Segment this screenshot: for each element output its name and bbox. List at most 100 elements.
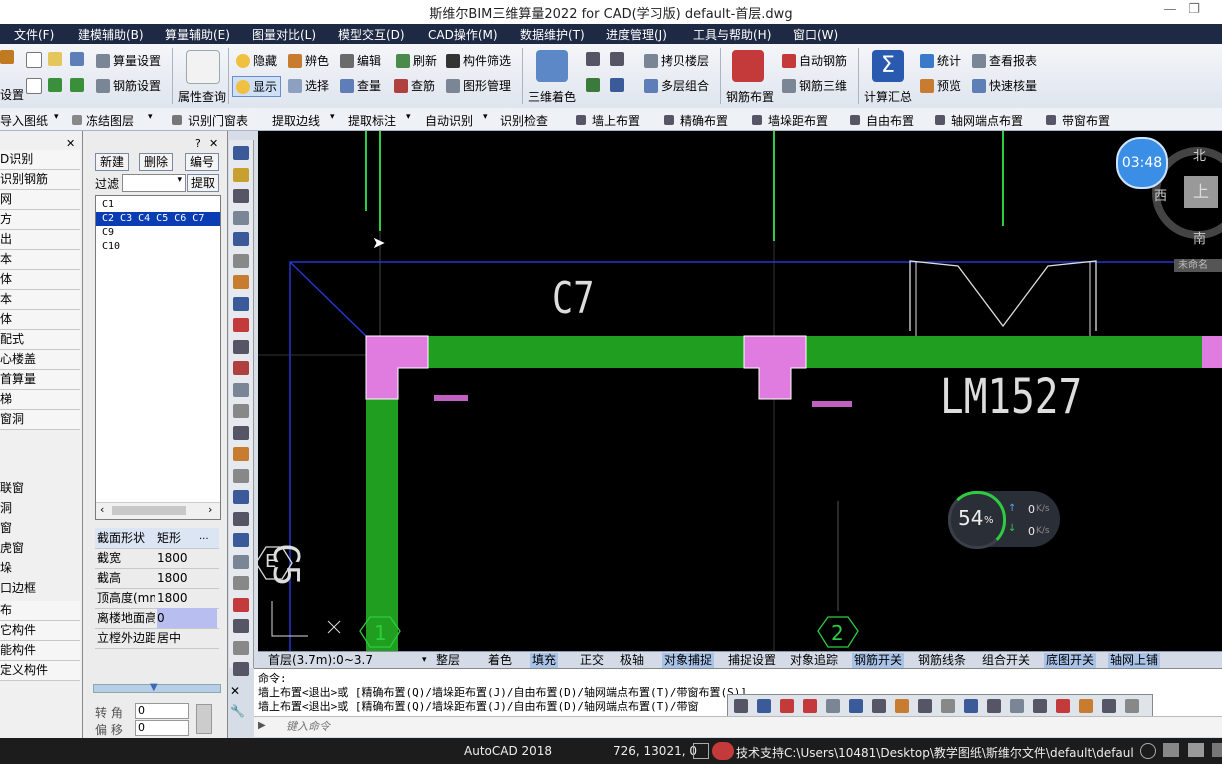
- auto-recognize-button[interactable]: 自动识别: [425, 112, 473, 129]
- property-query-button[interactable]: 属性查询: [178, 88, 226, 105]
- status-toggle[interactable]: 正交: [578, 653, 606, 668]
- property-row[interactable]: 截宽 1800: [95, 548, 219, 569]
- tool-icon[interactable]: [233, 533, 249, 547]
- tool-icon[interactable]: [233, 447, 249, 461]
- rebar-layout-button[interactable]: 钢筋布置: [726, 88, 774, 105]
- horizontal-scrollbar[interactable]: ‹ ›: [96, 502, 220, 519]
- chevron-down-icon[interactable]: ▾: [330, 112, 335, 122]
- multi-floor-button[interactable]: 多层组合: [644, 77, 709, 94]
- minimize-button[interactable]: —: [1160, 2, 1180, 20]
- close-icon[interactable]: ✕: [230, 684, 240, 698]
- list-item[interactable]: C1: [96, 198, 220, 212]
- calc-summary-button[interactable]: 计算汇总: [864, 88, 912, 105]
- settings-icon[interactable]: [1140, 743, 1156, 759]
- status-toggle[interactable]: 对象捕捉: [662, 653, 715, 668]
- tree-item[interactable]: 窗: [0, 519, 80, 538]
- hide-button[interactable]: 隐藏: [236, 52, 277, 69]
- status-toggle[interactable]: 对象追踪: [788, 653, 840, 668]
- quick-check-button[interactable]: 快速核量: [972, 77, 1037, 94]
- extract-edge-button[interactable]: 提取边线: [272, 112, 320, 129]
- tree-item[interactable]: 本: [0, 250, 80, 270]
- model-space-icon[interactable]: [693, 743, 709, 759]
- tool-icon[interactable]: [233, 318, 249, 332]
- tool-icon[interactable]: [233, 339, 249, 354]
- status-toggle[interactable]: 钢筋线条: [916, 653, 968, 668]
- menu-cad-ops[interactable]: CAD操作(M): [428, 26, 498, 43]
- menu-data-maint[interactable]: 数据维护(T): [520, 26, 585, 43]
- calc-settings-button[interactable]: 算量设置: [96, 52, 161, 69]
- quick-tool-icon[interactable]: [1125, 699, 1139, 713]
- extract-label-button[interactable]: 提取标注: [348, 112, 396, 129]
- status-toggle[interactable]: 组合开关: [980, 653, 1032, 668]
- rebar-settings-button[interactable]: 钢筋设置: [96, 77, 161, 94]
- status-toggle[interactable]: 轴网上铺: [1108, 653, 1161, 668]
- property-value[interactable]: 1800: [157, 548, 217, 568]
- tool-icon[interactable]: [233, 576, 249, 590]
- quick-tool-icon[interactable]: [1033, 699, 1047, 713]
- pier-distance-placement-button[interactable]: 墙垛距布置: [752, 112, 828, 129]
- rebar-3d-button[interactable]: 钢筋三维: [782, 77, 847, 94]
- tree-item[interactable]: 口边框: [0, 579, 80, 598]
- list-item[interactable]: C2 C3 C4 C5 C6 C7: [96, 212, 220, 226]
- tree-item[interactable]: 体: [0, 270, 80, 290]
- select-button[interactable]: 选择: [288, 77, 329, 94]
- wrench-icon[interactable]: 🔧: [230, 704, 245, 718]
- property-row[interactable]: 立樘外边距 居中: [95, 628, 219, 649]
- menu-file[interactable]: 文件(F): [14, 26, 54, 43]
- chevron-down-icon[interactable]: ▾: [148, 112, 153, 122]
- floor-selector[interactable]: 首层(3.7m):0~3.7: [266, 653, 375, 668]
- new-button[interactable]: 新建: [95, 153, 129, 171]
- status-toggle[interactable]: 着色: [486, 653, 514, 668]
- tool-icon[interactable]: [233, 146, 249, 160]
- list-item[interactable]: C9: [96, 226, 220, 240]
- tool-icon[interactable]: [233, 210, 249, 225]
- offset-input[interactable]: 0: [135, 720, 189, 736]
- graphics-manager-button[interactable]: 图形管理: [446, 77, 511, 94]
- tool-icon[interactable]: [233, 361, 249, 375]
- menu-help[interactable]: 工具与帮助(H): [693, 26, 771, 43]
- settings-icon[interactable]: [0, 50, 14, 64]
- list-item[interactable]: C10: [96, 240, 220, 254]
- tool-icon[interactable]: [233, 404, 249, 418]
- property-value[interactable]: 1800: [157, 588, 217, 608]
- tree-item[interactable]: 出: [0, 230, 80, 250]
- quick-tool-icon[interactable]: [1102, 699, 1116, 713]
- menu-modeling-aid[interactable]: 建模辅助(B): [78, 26, 144, 43]
- auto-rebar-button[interactable]: 自动钢筋: [782, 52, 847, 69]
- extract-button[interactable]: 提取: [187, 174, 219, 192]
- tool-icon[interactable]: [233, 490, 249, 504]
- chevron-down-icon[interactable]: ▾: [406, 112, 411, 122]
- tool-icon[interactable]: [233, 189, 249, 203]
- tool-icon[interactable]: [233, 425, 249, 440]
- rotate-icon[interactable]: [610, 78, 624, 92]
- quick-tool-icon[interactable]: [895, 699, 909, 713]
- number-button[interactable]: 编号: [185, 153, 219, 171]
- menu-model-interact[interactable]: 模型交互(D): [338, 26, 405, 43]
- new-file-icon[interactable]: [26, 52, 42, 68]
- filter-select[interactable]: ▾: [122, 174, 186, 192]
- text-icon[interactable]: [26, 78, 42, 94]
- 3d-shading-icon[interactable]: [536, 50, 568, 82]
- chevron-down-icon[interactable]: ▼: [150, 682, 158, 693]
- qq-icon[interactable]: [712, 742, 734, 760]
- tree-item[interactable]: 梯: [0, 390, 80, 410]
- property-value[interactable]: 0: [157, 608, 217, 628]
- rebar-layout-icon[interactable]: [732, 50, 764, 82]
- status-toggle[interactable]: 极轴: [618, 653, 646, 668]
- close-icon[interactable]: ✕: [66, 137, 75, 150]
- tool-icon[interactable]: [233, 232, 249, 246]
- tree-item[interactable]: 配式: [0, 330, 80, 350]
- component-filter-button[interactable]: 构件筛选: [446, 52, 511, 69]
- tool-icon[interactable]: [233, 662, 249, 676]
- chevron-right-icon[interactable]: ›: [208, 503, 212, 516]
- quick-tool-icon[interactable]: [780, 699, 794, 713]
- tree-item[interactable]: D识别: [0, 150, 80, 170]
- tree-item[interactable]: 体: [0, 310, 80, 330]
- workspace-icon[interactable]: [1188, 743, 1204, 757]
- timer-badge[interactable]: 03:48: [1116, 137, 1168, 189]
- save-icon[interactable]: [70, 52, 84, 66]
- chevron-left-icon[interactable]: ‹: [100, 503, 104, 516]
- tree-item[interactable]: 它构件: [0, 621, 80, 641]
- command-input-bar[interactable]: ▶: [254, 716, 1222, 737]
- quick-tool-icon[interactable]: [987, 699, 1001, 713]
